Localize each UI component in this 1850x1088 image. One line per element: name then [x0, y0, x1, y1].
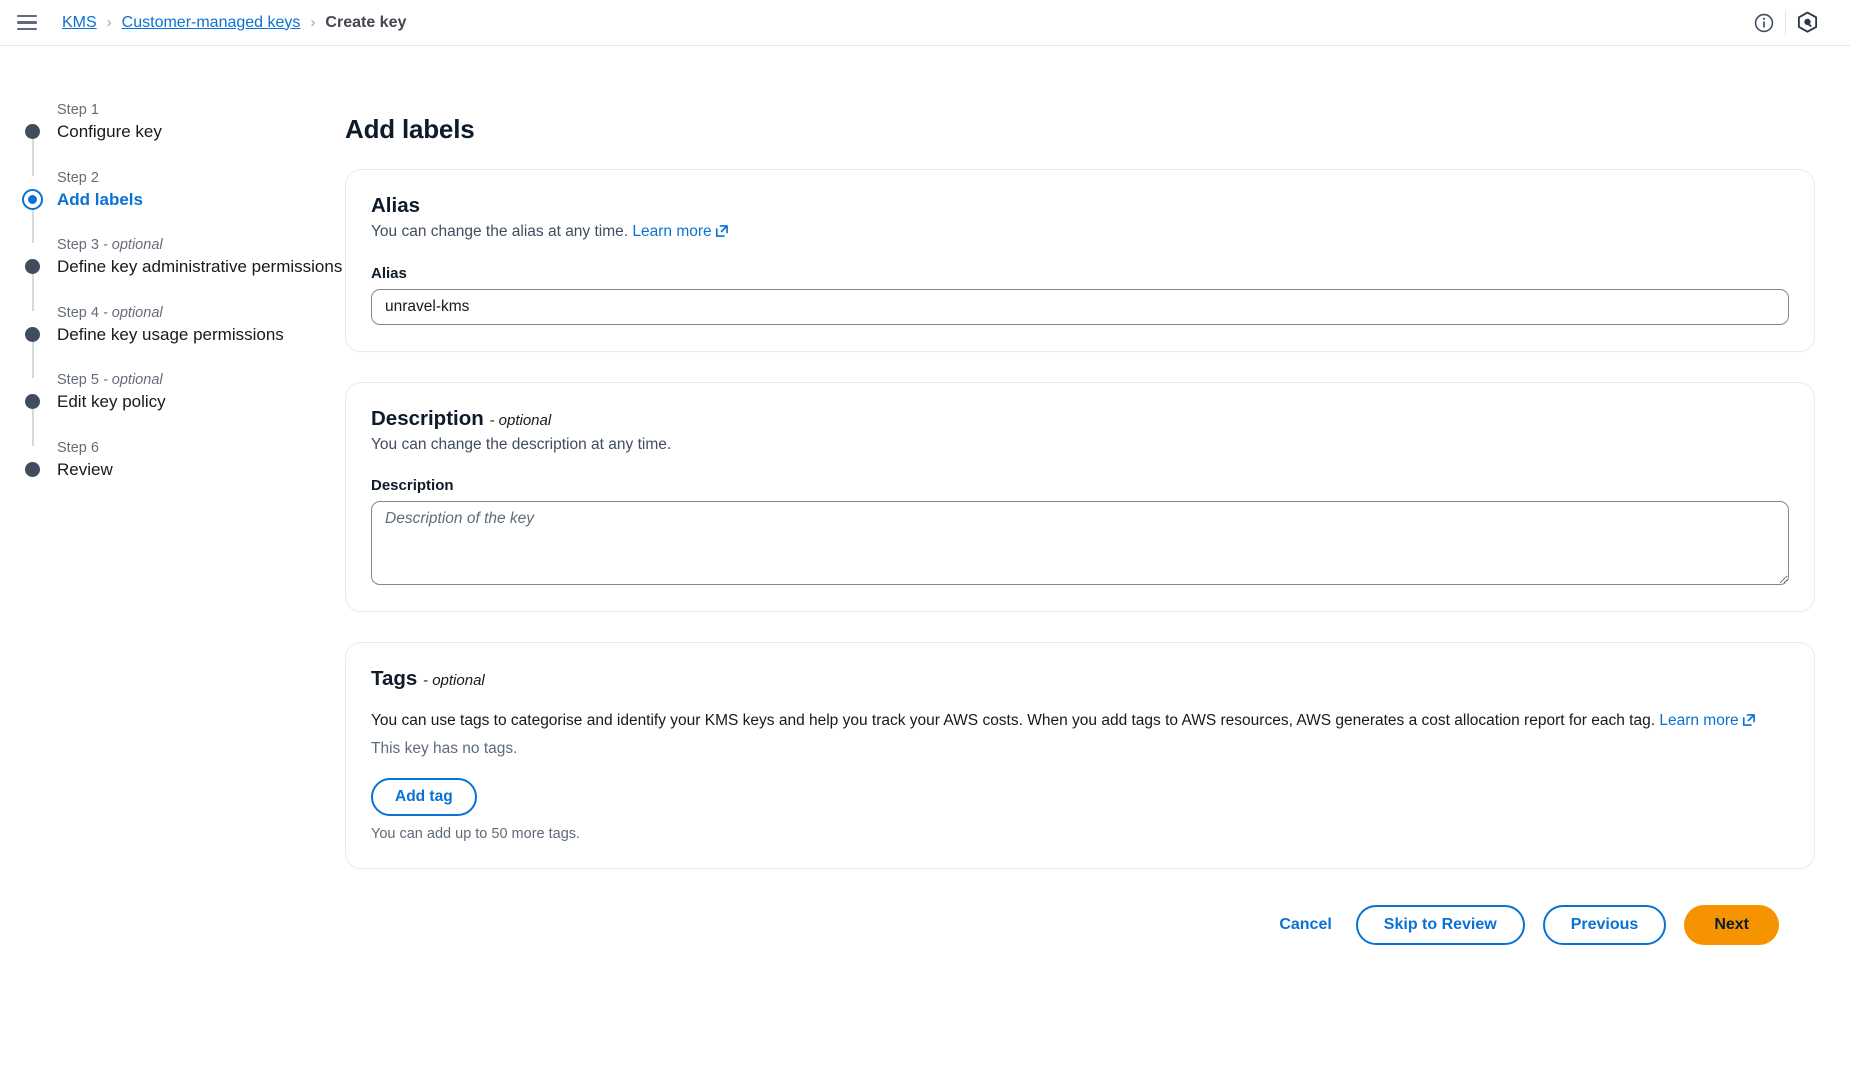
external-link-icon: [715, 223, 729, 245]
chevron-right-icon: ›: [310, 14, 315, 31]
stepper-step-number: Step 3 - optional: [57, 237, 345, 253]
hamburger-menu-icon[interactable]: [14, 10, 40, 36]
alias-input[interactable]: [371, 289, 1789, 325]
tags-learn-more-link[interactable]: Learn more: [1659, 712, 1755, 729]
topbar-icon-group: [1743, 2, 1828, 44]
stepper-dot: [25, 462, 40, 477]
stepper-item-review[interactable]: Step 6 Review: [22, 440, 345, 482]
tags-card-body: You can use tags to categorise and ident…: [371, 709, 1789, 734]
tags-empty-state: This key has no tags.: [371, 740, 1789, 758]
stepper-step-number: Step 6: [57, 440, 345, 456]
wizard-stepper: Step 1 Configure key Step 2 Add labels S…: [0, 46, 345, 1087]
optional-suffix: - optional: [423, 672, 485, 689]
alias-card-title: Alias: [371, 194, 1789, 218]
stepper-dot: [25, 259, 40, 274]
alias-card: Alias You can change the alias at any ti…: [345, 169, 1815, 352]
page-title: Add labels: [345, 114, 1815, 145]
main-content: Add labels Alias You can change the alia…: [345, 46, 1850, 1087]
stepper-dot: [25, 394, 40, 409]
stepper-item-add-labels[interactable]: Step 2 Add labels: [22, 170, 345, 212]
stepper-step-label: Define key usage permissions: [57, 324, 345, 347]
stepper-step-number: Step 5 - optional: [57, 372, 345, 388]
description-card: Description - optional You can change th…: [345, 382, 1815, 611]
external-link-icon: [1742, 711, 1756, 734]
stepper-step-label: Configure key: [57, 121, 345, 144]
page-body: Step 1 Configure key Step 2 Add labels S…: [0, 46, 1850, 1087]
stepper-item-define-key-usage-permissions[interactable]: Step 4 - optional Define key usage permi…: [22, 305, 345, 347]
top-bar: KMS › Customer-managed keys › Create key: [0, 0, 1850, 46]
description-card-title: Description - optional: [371, 407, 1789, 431]
amazon-q-icon[interactable]: [1786, 2, 1828, 44]
tags-card: Tags - optional You can use tags to cate…: [345, 642, 1815, 869]
stepper-step-number: Step 2: [57, 170, 345, 186]
optional-suffix: - optional: [489, 412, 551, 429]
breadcrumb-item-kms[interactable]: KMS: [62, 14, 97, 32]
wizard-footer: Cancel Skip to Review Previous Next: [345, 899, 1815, 945]
stepper-step-number: Step 1: [57, 102, 345, 118]
stepper-step-label: Review: [57, 459, 345, 482]
stepper-step-label: Add labels: [57, 189, 345, 212]
tags-limit-hint: You can add up to 50 more tags.: [371, 826, 1789, 842]
alias-learn-more-link[interactable]: Learn more: [632, 223, 728, 240]
info-circle-icon[interactable]: [1743, 2, 1785, 44]
skip-to-review-button[interactable]: Skip to Review: [1356, 905, 1525, 945]
breadcrumb-item-customer-managed-keys[interactable]: Customer-managed keys: [122, 14, 301, 32]
stepper-step-label: Define key administrative permissions: [57, 256, 345, 279]
alias-field-label: Alias: [371, 265, 1789, 282]
add-tag-button[interactable]: Add tag: [371, 778, 477, 816]
stepper-dot: [25, 327, 40, 342]
alias-card-description: You can change the alias at any time. Le…: [371, 221, 1789, 245]
description-textarea[interactable]: [371, 501, 1789, 585]
breadcrumb-item-create-key: Create key: [325, 14, 406, 32]
description-card-description: You can change the description at any ti…: [371, 434, 1789, 456]
alias-description-text: You can change the alias at any time.: [371, 223, 628, 240]
next-button[interactable]: Next: [1684, 905, 1779, 945]
stepper-item-edit-key-policy[interactable]: Step 5 - optional Edit key policy: [22, 372, 345, 414]
chevron-right-icon: ›: [107, 14, 112, 31]
stepper-step-number: Step 4 - optional: [57, 305, 345, 321]
stepper-step-label: Edit key policy: [57, 391, 345, 414]
stepper-dot-active: [22, 189, 43, 210]
breadcrumb: KMS › Customer-managed keys › Create key: [62, 14, 406, 32]
stepper-dot: [25, 124, 40, 139]
stepper-item-configure-key[interactable]: Step 1 Configure key: [22, 102, 345, 144]
stepper-item-define-key-administrative-permissions[interactable]: Step 3 - optional Define key administrat…: [22, 237, 345, 279]
cancel-button[interactable]: Cancel: [1273, 908, 1337, 942]
tags-body-text: You can use tags to categorise and ident…: [371, 712, 1655, 729]
previous-button[interactable]: Previous: [1543, 905, 1667, 945]
tags-card-title: Tags - optional: [371, 667, 1789, 691]
description-field-label: Description: [371, 477, 1789, 494]
